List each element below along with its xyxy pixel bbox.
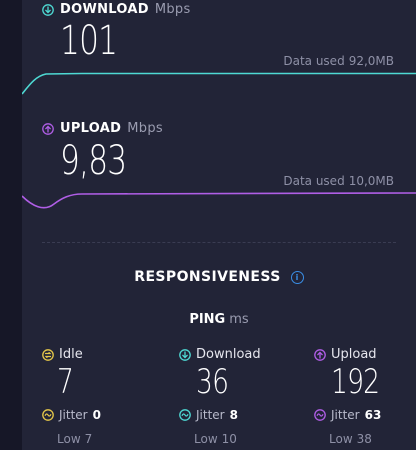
download-header: DOWNLOAD Mbps — [42, 2, 191, 17]
ping-download-column: Download 36 Jitter 8 Low 10 — [179, 347, 289, 446]
ping-idle-jitter-label: Jitter — [59, 408, 88, 422]
download-arrow-icon — [42, 3, 54, 16]
ping-download-jitter-label: Jitter — [196, 408, 225, 422]
upload-speed-value: 9,83 — [60, 138, 127, 184]
ping-upload-value: 192 — [331, 362, 380, 402]
idle-icon — [42, 348, 54, 361]
ping-download-low: Low 10 — [194, 432, 289, 446]
ping-upload-low-value: 38 — [356, 432, 372, 446]
download-unit: Mbps — [154, 2, 191, 17]
download-speed-value: 101 — [60, 18, 118, 64]
ping-upload-jitter-value: 63 — [364, 408, 382, 422]
ping-upload-header: Upload — [314, 347, 410, 362]
download-label: DOWNLOAD — [60, 2, 149, 17]
download-arrow-icon — [179, 348, 191, 361]
upload-label: UPLOAD — [60, 121, 122, 136]
download-speed-graph — [22, 72, 416, 95]
ping-download-jitter-value: 8 — [229, 408, 238, 422]
upload-unit: Mbps — [127, 121, 163, 136]
ping-download-jitter: Jitter 8 — [179, 408, 289, 422]
responsiveness-label: RESPONSIVENESS — [134, 269, 281, 285]
ping-unit: ms — [229, 312, 249, 327]
ping-idle-low-value: 7 — [84, 432, 93, 446]
responsiveness-title: RESPONSIVENESS i — [22, 269, 416, 285]
ping-upload-label: Upload — [331, 347, 377, 362]
ping-download-header: Download — [179, 347, 289, 362]
ping-idle-low-label: Low — [57, 432, 81, 446]
upload-header: UPLOAD Mbps — [42, 121, 163, 136]
info-icon[interactable]: i — [290, 270, 304, 284]
ping-idle-value: 7 — [57, 362, 74, 402]
upload-speed-graph — [22, 192, 416, 209]
left-background-strip — [0, 0, 22, 450]
ping-idle-low: Low 7 — [57, 432, 152, 446]
ping-upload-jitter: Jitter 63 — [314, 408, 410, 422]
ping-upload-column: Upload 192 Jitter 63 Low 38 — [314, 347, 410, 446]
ping-idle-jitter-value: 0 — [92, 408, 101, 422]
ping-upload-low-label: Low — [329, 432, 353, 446]
ping-download-low-label: Low — [194, 432, 218, 446]
ping-idle-label: Idle — [59, 347, 83, 362]
ping-idle-header: Idle — [42, 347, 152, 362]
ping-idle-column: Idle 7 Jitter 0 Low 7 — [42, 347, 152, 446]
ping-idle-jitter: Jitter 0 — [42, 408, 152, 422]
upload-arrow-icon — [314, 348, 326, 361]
ping-upload-jitter-label: Jitter — [331, 408, 360, 422]
ping-label: PING — [189, 312, 226, 327]
jitter-icon — [314, 409, 326, 421]
upload-arrow-icon — [42, 122, 54, 135]
jitter-icon — [42, 409, 54, 421]
ping-title: PING ms — [22, 312, 416, 327]
jitter-icon — [179, 409, 191, 421]
ping-download-label: Download — [196, 347, 261, 362]
ping-upload-low: Low 38 — [329, 432, 410, 446]
ping-download-low-value: 10 — [221, 432, 237, 446]
results-card: DOWNLOAD Mbps 101 Data used 92,0MB UPLOAD… — [22, 0, 416, 450]
ping-download-value: 36 — [196, 362, 229, 402]
section-divider — [42, 242, 396, 243]
